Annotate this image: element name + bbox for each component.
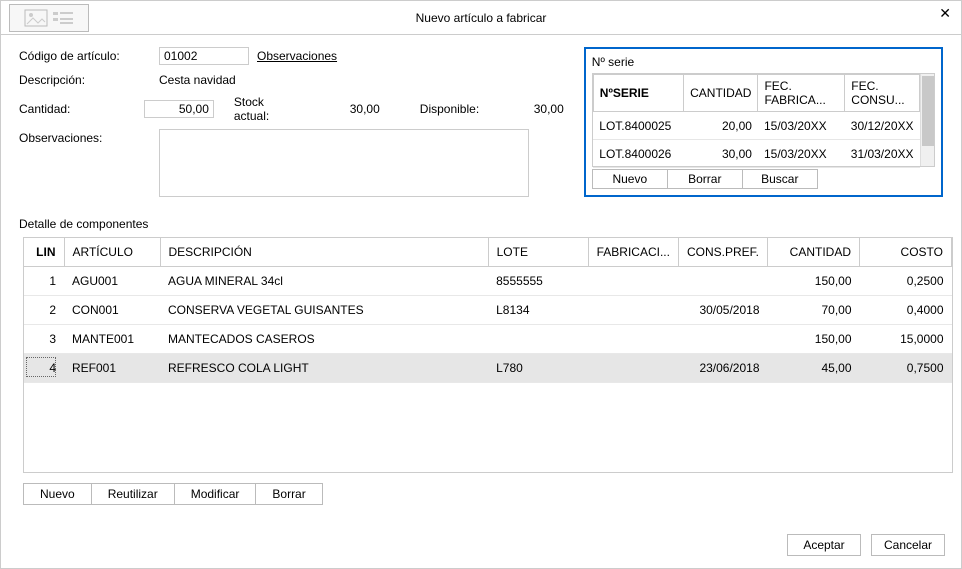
stock-label: Stock actual: — [234, 95, 295, 123]
window-title: Nuevo artículo a fabricar — [416, 11, 547, 25]
titlebar-view-icon[interactable] — [9, 4, 89, 32]
serie-col-feccons[interactable]: FEC. CONSU... — [845, 75, 920, 112]
comp-col-cons[interactable]: CONS.PREF. — [678, 238, 767, 266]
comp-col-art[interactable]: ARTÍCULO — [64, 238, 160, 266]
cancelar-button[interactable]: Cancelar — [871, 534, 945, 556]
serie-row[interactable]: LOT.8400025 20,00 15/03/20XX 30/12/20XX — [593, 112, 919, 140]
dialog-window: Nuevo artículo a fabricar ✕ Código de ar… — [0, 0, 962, 569]
dialog-actions: Aceptar Cancelar — [787, 534, 945, 556]
disponible-value: 30,00 — [534, 102, 564, 116]
stock-value: 30,00 — [350, 102, 380, 116]
lines-icon — [52, 9, 74, 27]
table-row[interactable]: 4 REF001 REFRESCO COLA LIGHT L780 23/06/… — [24, 353, 952, 382]
descripcion-label: Descripción: — [19, 71, 159, 89]
serie-buscar-button[interactable]: Buscar — [742, 169, 818, 189]
components-section-label: Detalle de componentes — [19, 217, 943, 231]
serie-borrar-button[interactable]: Borrar — [667, 169, 743, 189]
cantidad-input[interactable] — [144, 100, 214, 118]
disponible-label: Disponible: — [420, 102, 479, 116]
observaciones-textarea[interactable] — [159, 129, 529, 197]
components-table-wrap: LIN ARTÍCULO DESCRIPCIÓN LOTE FABRICACI.… — [23, 237, 953, 473]
scrollbar-thumb[interactable] — [922, 76, 934, 146]
comp-col-lin[interactable]: LIN — [24, 238, 64, 266]
table-row[interactable]: 1 AGU001 AGUA MINERAL 34cl 8555555 150,0… — [24, 266, 952, 295]
obs2-label: Observaciones: — [19, 129, 159, 147]
serie-col-nserie[interactable]: NºSERIE — [593, 75, 683, 112]
article-form: Código de artículo: Observaciones Descri… — [19, 47, 564, 203]
picture-icon — [24, 9, 48, 27]
components-buttons: Nuevo Reutilizar Modificar Borrar — [23, 483, 939, 505]
serie-heading: Nº serie — [592, 55, 935, 69]
descripcion-value: Cesta navidad — [159, 73, 236, 87]
titlebar: Nuevo artículo a fabricar ✕ — [1, 1, 961, 35]
serie-panel: Nº serie NºSERIE CANTIDAD FEC. FABRICA..… — [584, 47, 943, 197]
observaciones-link[interactable]: Observaciones — [257, 49, 337, 63]
codigo-label: Código de artículo: — [19, 47, 159, 65]
table-row[interactable]: 3 MANTE001 MANTECADOS CASEROS 150,00 15,… — [24, 324, 952, 353]
components-table[interactable]: LIN ARTÍCULO DESCRIPCIÓN LOTE FABRICACI.… — [24, 238, 952, 383]
serie-col-fecfab[interactable]: FEC. FABRICA... — [758, 75, 845, 112]
serie-nuevo-button[interactable]: Nuevo — [592, 169, 668, 189]
comp-col-lote[interactable]: LOTE — [488, 238, 588, 266]
comp-col-fab[interactable]: FABRICACI... — [588, 238, 678, 266]
comp-col-desc[interactable]: DESCRIPCIÓN — [160, 238, 488, 266]
comp-nuevo-button[interactable]: Nuevo — [23, 483, 92, 505]
serie-row[interactable]: LOT.8400026 30,00 15/03/20XX 31/03/20XX — [593, 140, 919, 168]
comp-col-costo[interactable]: COSTO — [860, 238, 952, 266]
comp-col-cant[interactable]: CANTIDAD — [768, 238, 860, 266]
cantidad-label: Cantidad: — [19, 100, 144, 118]
codigo-input[interactable] — [159, 47, 249, 65]
aceptar-button[interactable]: Aceptar — [787, 534, 861, 556]
comp-reutilizar-button[interactable]: Reutilizar — [91, 483, 175, 505]
comp-borrar-button[interactable]: Borrar — [255, 483, 322, 505]
comp-modificar-button[interactable]: Modificar — [174, 483, 257, 505]
close-icon[interactable]: ✕ — [939, 5, 951, 22]
serie-table[interactable]: NºSERIE CANTIDAD FEC. FABRICA... FEC. CO… — [593, 74, 920, 168]
table-row[interactable]: 2 CON001 CONSERVA VEGETAL GUISANTES L813… — [24, 295, 952, 324]
serie-col-cantidad[interactable]: CANTIDAD — [684, 75, 758, 112]
serie-scrollbar[interactable] — [920, 74, 934, 166]
